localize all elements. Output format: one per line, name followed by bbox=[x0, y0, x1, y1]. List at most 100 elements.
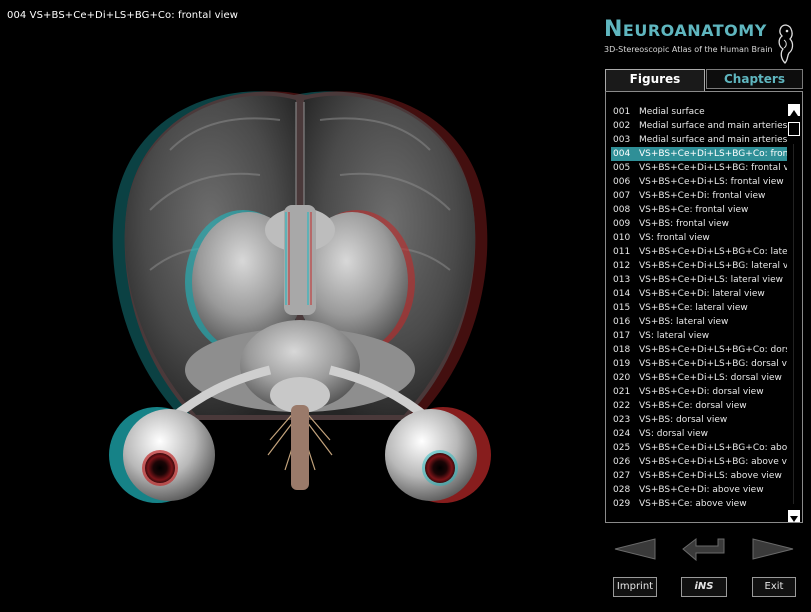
figure-label: VS+BS+Ce+Di: lateral view bbox=[639, 289, 765, 299]
figure-list-item[interactable]: 012 VS+BS+Ce+Di+LS+BG: lateral view bbox=[611, 259, 787, 273]
figure-list[interactable]: 001 Medial surface 002 Medial surface and m… bbox=[611, 105, 787, 511]
figure-list-item[interactable]: 025 VS+BS+Ce+Di+LS+BG+Co: above view bbox=[611, 441, 787, 455]
figure-label: VS+BS: frontal view bbox=[639, 219, 730, 229]
figure-viewport[interactable]: 004 VS+BS+Ce+Di+LS+BG+Co: frontal view bbox=[0, 0, 600, 612]
figure-number: 009 bbox=[613, 219, 631, 229]
figure-label: VS+BS+Ce+Di: dorsal view bbox=[639, 387, 764, 397]
figure-number: 023 bbox=[613, 415, 631, 425]
figure-number: 029 bbox=[613, 499, 631, 509]
figure-number: 018 bbox=[613, 345, 631, 355]
figure-list-item[interactable]: 007 VS+BS+Ce+Di: frontal view bbox=[611, 189, 787, 203]
imprint-button[interactable]: Imprint bbox=[613, 577, 657, 597]
figure-list-item[interactable]: 026 VS+BS+Ce+Di+LS+BG: above view bbox=[611, 455, 787, 469]
figure-list-item[interactable]: 004 VS+BS+Ce+Di+LS+BG+Co: frontal view bbox=[611, 147, 787, 161]
figure-number: 012 bbox=[613, 261, 631, 271]
figure-number: 025 bbox=[613, 443, 631, 453]
figure-number: 006 bbox=[613, 177, 631, 187]
figure-label: VS+BS+Ce+Di+LS+BG+Co: above view bbox=[639, 443, 787, 453]
figure-list-item[interactable]: 019 VS+BS+Ce+Di+LS+BG: dorsal view bbox=[611, 357, 787, 371]
figure-number: 015 bbox=[613, 303, 631, 313]
figure-label: VS+BS+Ce+Di+LS: lateral view bbox=[639, 275, 784, 285]
prev-figure-button[interactable] bbox=[612, 535, 658, 563]
figure-number: 020 bbox=[613, 373, 631, 383]
figure-list-item[interactable]: 017 VS: lateral view bbox=[611, 329, 787, 343]
figure-number: 026 bbox=[613, 457, 631, 467]
figure-list-item[interactable]: 016 VS+BS: lateral view bbox=[611, 315, 787, 329]
figure-label: VS+BS+Ce+Di+LS+BG+Co: dorsal view bbox=[639, 345, 787, 355]
figure-list-item[interactable]: 023 VS+BS: dorsal view bbox=[611, 413, 787, 427]
figure-list-item[interactable]: 028 VS+BS+Ce+Di: above view bbox=[611, 483, 787, 497]
figure-list-item[interactable]: 013 VS+BS+Ce+Di+LS: lateral view bbox=[611, 273, 787, 287]
app-subtitle: 3D-Stereoscopic Atlas of the Human Brain bbox=[604, 45, 773, 54]
figure-number: 014 bbox=[613, 289, 631, 299]
figure-number: 022 bbox=[613, 401, 631, 411]
figure-list-item[interactable]: 015 VS+BS+Ce: lateral view bbox=[611, 301, 787, 315]
figure-number: 002 bbox=[613, 121, 631, 131]
return-arrow-icon bbox=[682, 537, 725, 562]
figure-list-item[interactable]: 001 Medial surface bbox=[611, 105, 787, 119]
figure-list-item[interactable]: 003 Medial surface and main arteries bbox=[611, 133, 787, 147]
figure-list-item[interactable]: 008 VS+BS+Ce: frontal view bbox=[611, 203, 787, 217]
figure-label: VS+BS: dorsal view bbox=[639, 415, 728, 425]
figure-number: 011 bbox=[613, 247, 631, 257]
figure-label: VS+BS+Ce: above view bbox=[639, 499, 747, 509]
figure-label: Medial surface bbox=[639, 107, 705, 117]
brain-anaglyph-image bbox=[109, 91, 491, 503]
figure-label: VS+BS+Ce+Di+LS+BG: dorsal view bbox=[639, 359, 787, 369]
scrollbar[interactable] bbox=[788, 104, 800, 522]
figure-number: 019 bbox=[613, 359, 631, 369]
figure-number: 007 bbox=[613, 191, 631, 201]
figure-number: 021 bbox=[613, 387, 631, 397]
figure-list-box: 001 Medial surface 002 Medial surface and m… bbox=[605, 91, 803, 523]
tab-chapters[interactable]: Chapters bbox=[706, 69, 803, 89]
tab-figures[interactable]: Figures bbox=[605, 69, 705, 91]
figure-label: Medial surface and main arteries bbox=[639, 121, 787, 131]
figure-list-item[interactable]: 011 VS+BS+Ce+Di+LS+BG+Co: lateral view bbox=[611, 245, 787, 259]
figure-label: VS+BS+Ce+Di+LS+BG: frontal view bbox=[639, 163, 787, 173]
return-button[interactable] bbox=[680, 535, 728, 563]
figure-label: VS+BS+Ce+Di: above view bbox=[639, 485, 764, 495]
figure-label: VS+BS+Ce+Di+LS+BG+Co: lateral view bbox=[639, 247, 787, 257]
figure-list-item[interactable]: 029 VS+BS+Ce: above view bbox=[611, 497, 787, 511]
app-title: NEUROANATOMY bbox=[604, 17, 767, 42]
figure-number: 001 bbox=[613, 107, 631, 117]
figure-list-item[interactable]: 022 VS+BS+Ce: dorsal view bbox=[611, 399, 787, 413]
figure-list-item[interactable]: 020 VS+BS+Ce+Di+LS: dorsal view bbox=[611, 371, 787, 385]
figure-list-item[interactable]: 002 Medial surface and main arteries bbox=[611, 119, 787, 133]
scroll-track bbox=[793, 144, 794, 504]
figure-label: VS+BS+Ce+Di+LS+BG: lateral view bbox=[639, 261, 787, 271]
exit-button[interactable]: Exit bbox=[752, 577, 796, 597]
figure-list-item[interactable]: 009 VS+BS: frontal view bbox=[611, 217, 787, 231]
figure-number: 028 bbox=[613, 485, 631, 495]
figure-label: VS: lateral view bbox=[639, 331, 710, 341]
figure-number: 005 bbox=[613, 163, 631, 173]
figure-number: 027 bbox=[613, 471, 631, 481]
figure-list-item[interactable]: 027 VS+BS+Ce+Di+LS: above view bbox=[611, 469, 787, 483]
arrow-left-icon bbox=[614, 538, 656, 560]
figure-list-item[interactable]: 010 VS: frontal view bbox=[611, 231, 787, 245]
figure-label: VS+BS+Ce+Di: frontal view bbox=[639, 191, 766, 201]
figure-list-item[interactable]: 024 VS: dorsal view bbox=[611, 427, 787, 441]
figure-number: 016 bbox=[613, 317, 631, 327]
seahorse-icon bbox=[778, 24, 794, 64]
tab-bar: Figures Chapters bbox=[605, 69, 803, 91]
figure-list-item[interactable]: 006 VS+BS+Ce+Di+LS: frontal view bbox=[611, 175, 787, 189]
figure-label: VS+BS+Ce+Di+LS+BG+Co: frontal view bbox=[639, 149, 787, 159]
scroll-thumb[interactable] bbox=[788, 122, 800, 136]
navigation-panel: NEUROANATOMY 3D-Stereoscopic Atlas of th… bbox=[600, 0, 811, 612]
figure-number: 017 bbox=[613, 331, 631, 341]
figure-label: VS+BS+Ce+Di+LS: frontal view bbox=[639, 177, 784, 187]
figure-list-item[interactable]: 005 VS+BS+Ce+Di+LS+BG: frontal view bbox=[611, 161, 787, 175]
figure-list-item[interactable]: 014 VS+BS+Ce+Di: lateral view bbox=[611, 287, 787, 301]
scroll-up-button[interactable] bbox=[788, 104, 800, 116]
figure-list-item[interactable]: 021 VS+BS+Ce+Di: dorsal view bbox=[611, 385, 787, 399]
figure-number: 024 bbox=[613, 429, 631, 439]
next-figure-button[interactable] bbox=[750, 535, 796, 563]
figure-list-item[interactable]: 018 VS+BS+Ce+Di+LS+BG+Co: dorsal view bbox=[611, 343, 787, 357]
figure-label: VS+BS: lateral view bbox=[639, 317, 729, 327]
scroll-down-button[interactable] bbox=[788, 510, 800, 522]
figure-label: Medial surface and main arteries bbox=[639, 135, 787, 145]
figure-label: VS: dorsal view bbox=[639, 429, 708, 439]
ins-button[interactable]: iNS bbox=[681, 577, 727, 597]
figure-number: 004 bbox=[613, 149, 631, 159]
